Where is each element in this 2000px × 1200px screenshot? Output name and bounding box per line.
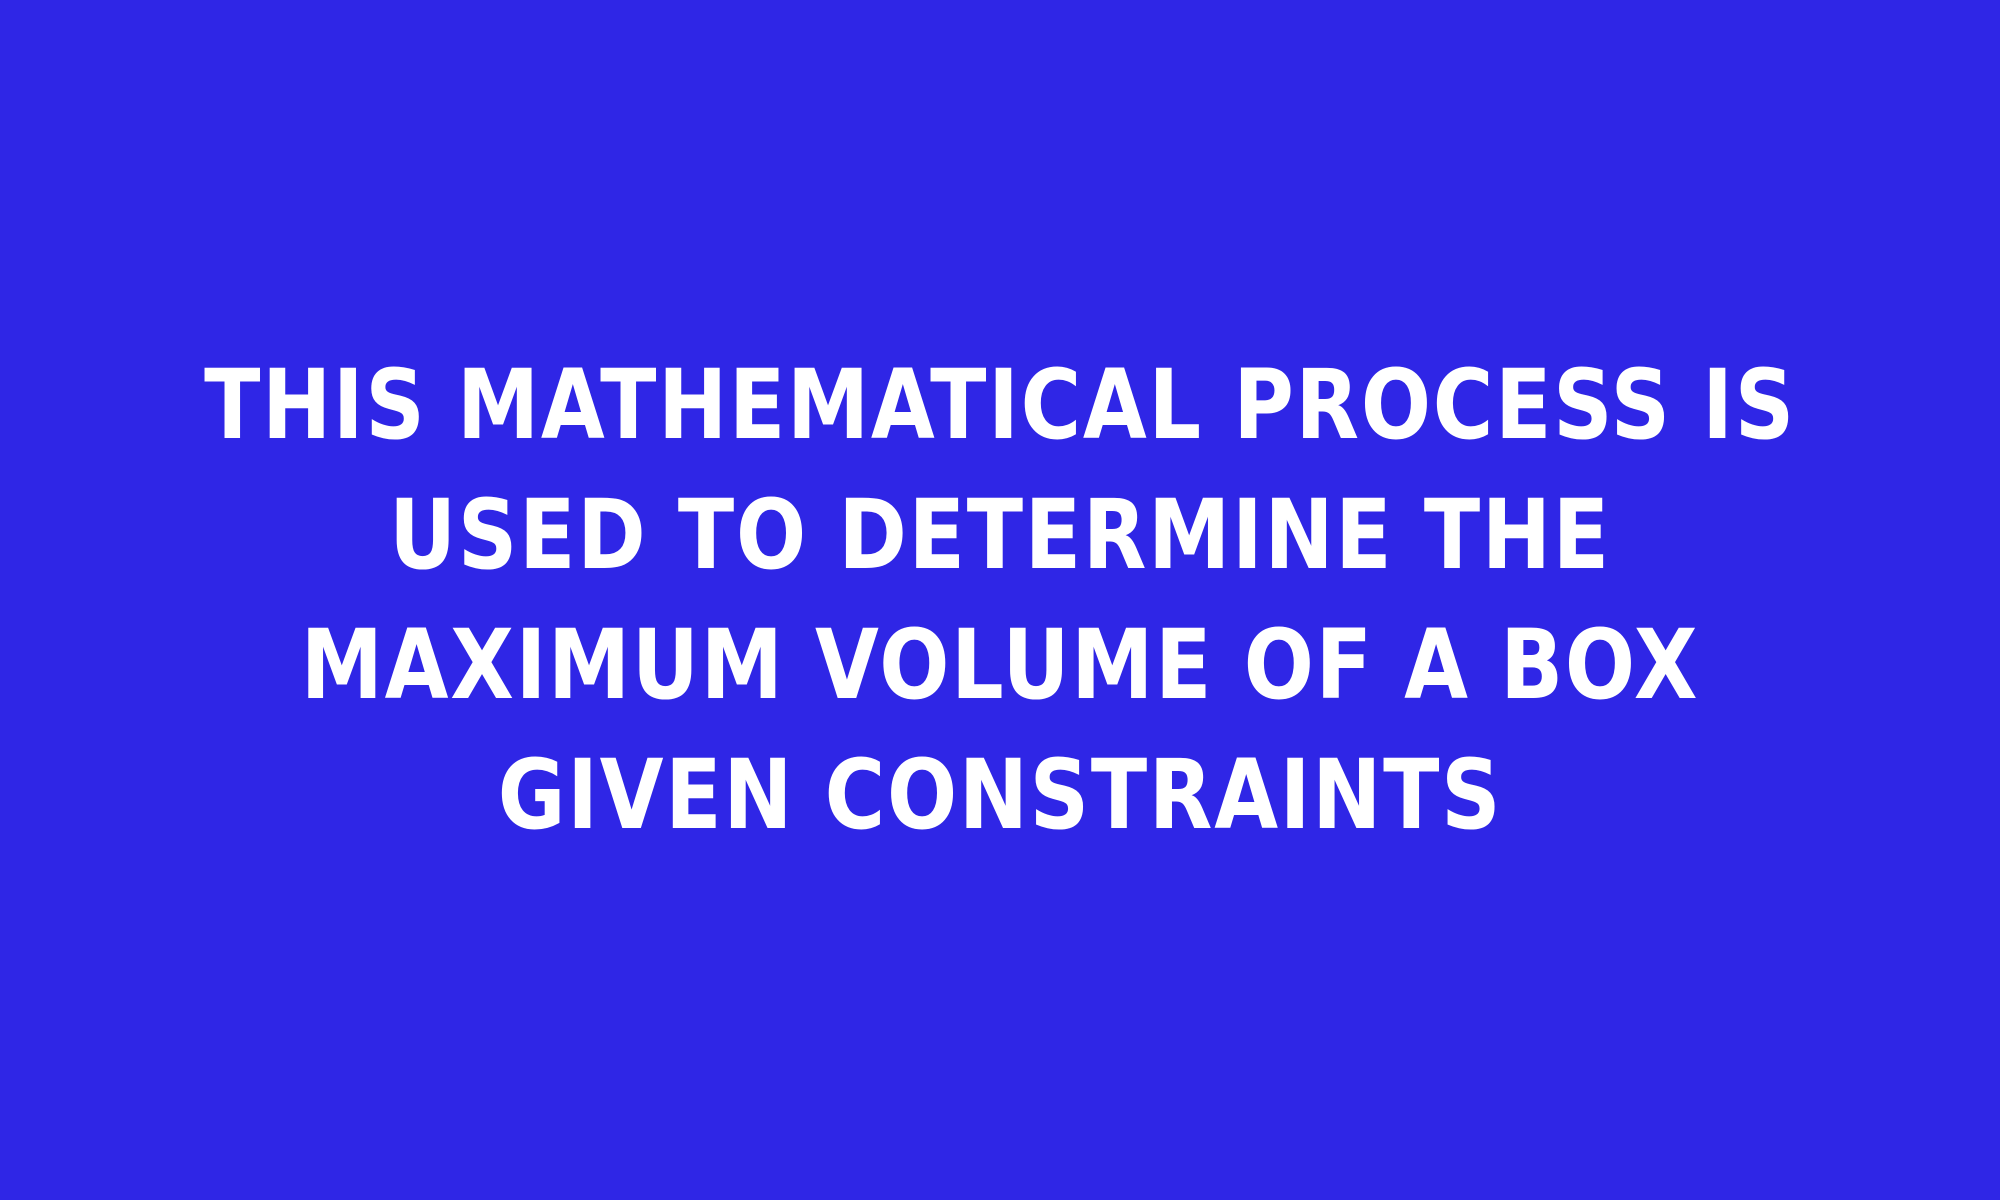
clue-text: THIS MATHEMATICAL PROCESS IS USED TO DET… (204, 349, 1796, 851)
clue-screen: THIS MATHEMATICAL PROCESS IS USED TO DET… (0, 0, 2000, 1200)
